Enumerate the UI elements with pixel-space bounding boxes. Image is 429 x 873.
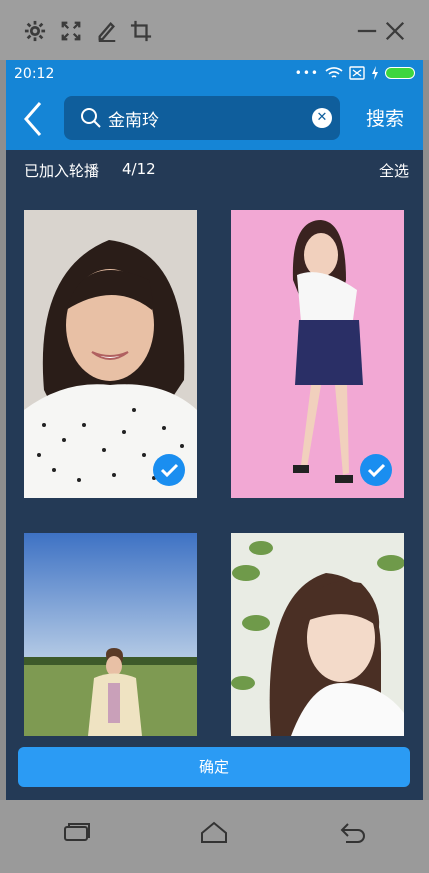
phone-screen: 20:12 ••• ✕ 搜索 已加入轮播 4/12 全选 [6,60,423,800]
search-box[interactable]: ✕ [64,96,340,140]
chevron-left-icon [24,102,42,136]
back-nav-icon[interactable] [338,820,368,844]
close-icon[interactable] [384,20,408,44]
status-time: 20:12 [14,66,55,82]
photo-card[interactable] [231,210,404,498]
confirm-button[interactable]: 确定 [18,747,410,787]
navigation-bar [0,800,429,873]
app-bar: ✕ 搜索 [6,88,423,150]
emulator-frame-right [423,60,429,800]
selected-check-icon[interactable] [360,454,392,486]
status-bar: 20:12 ••• [6,60,423,88]
fullscreen-icon[interactable] [60,20,84,44]
selection-header: 已加入轮播 4/12 全选 [6,150,423,190]
gear-icon[interactable] [24,20,48,44]
no-sim-icon [349,66,365,80]
select-all-button[interactable]: 全选 [379,160,409,181]
crop-icon[interactable] [130,20,154,44]
emulator-toolbar [0,0,429,60]
battery-icon [385,67,415,79]
search-button[interactable]: 搜索 [366,104,404,131]
selection-count: 4/12 [122,160,156,178]
more-dots-icon: ••• [294,66,319,80]
search-icon [81,108,101,128]
recent-apps-icon[interactable] [62,820,92,844]
added-to-carousel-label: 已加入轮播 [24,162,100,180]
photo-thumbnail [231,533,404,736]
wifi-icon [325,67,343,78]
photo-card[interactable] [231,533,404,736]
photo-card[interactable] [24,210,197,498]
home-icon[interactable] [199,820,229,844]
selected-check-icon[interactable] [153,454,185,486]
charging-icon [372,66,378,80]
back-button[interactable] [18,100,48,138]
status-icons: ••• [295,66,415,80]
search-input[interactable] [108,106,298,130]
photo-thumbnail [24,533,197,736]
photo-card[interactable] [24,533,197,736]
clear-search-icon[interactable]: ✕ [312,108,332,128]
pen-icon[interactable] [96,20,120,44]
minimize-icon[interactable] [356,20,380,44]
